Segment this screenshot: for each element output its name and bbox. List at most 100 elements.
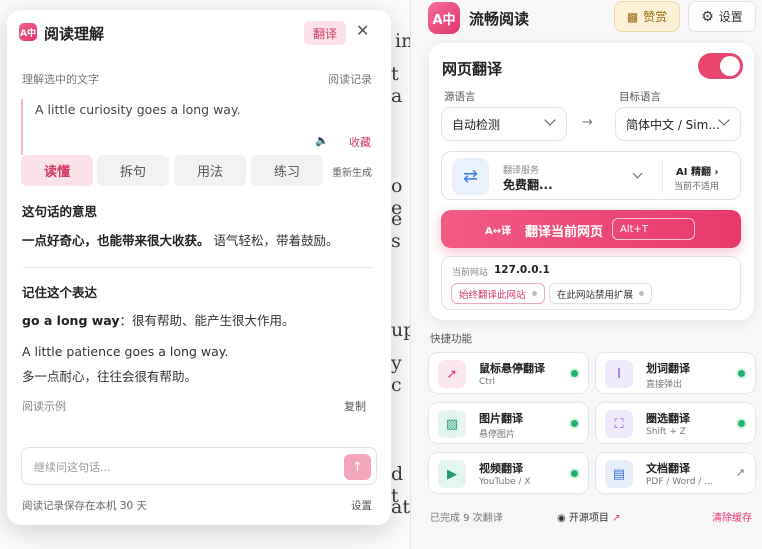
settings-link[interactable]: 设置	[351, 498, 372, 513]
service-label: 翻译服务	[503, 166, 540, 176]
image-icon: ▧	[438, 410, 466, 438]
open-source-link[interactable]: ◉ 开源项目 ↗	[557, 509, 621, 524]
bg-text: in	[395, 30, 410, 52]
disable-site-label: 在此网站禁用扩展	[557, 289, 634, 301]
divider	[22, 267, 372, 268]
video-icon: ▶	[438, 460, 466, 488]
document-icon: ▤	[605, 460, 633, 488]
status-dot	[738, 370, 745, 377]
feature-image-translate[interactable]: ▧ 图片翻译 悬停图片	[428, 402, 589, 444]
translate-icon: A↔译	[485, 226, 512, 237]
feature-title: 圈选翻译	[646, 412, 690, 425]
copy-button[interactable]: 复制	[344, 398, 366, 414]
arrow-right-icon: →	[582, 115, 593, 130]
current-site-host: 127.0.0.1	[494, 264, 550, 276]
disable-site-chip[interactable]: 在此网站禁用扩展	[549, 283, 653, 304]
meaning-title: 这句话的意思	[22, 204, 98, 219]
meaning-rest: 语气轻松，带着鼓励。	[213, 233, 339, 248]
selection-label: 理解选中的文字	[22, 73, 99, 86]
popup-title: 阅读理解	[44, 25, 105, 43]
bg-text: t a	[391, 63, 403, 107]
like-label: 赞赏	[643, 10, 668, 24]
tab-practice[interactable]: 练习	[251, 155, 323, 186]
remember-title: 记住这个表达	[22, 285, 98, 300]
webpage-translate-toggle[interactable]	[698, 53, 743, 79]
source-language-value: 自动检测	[452, 117, 501, 132]
always-translate-chip[interactable]: 始终翻译此网站	[451, 283, 545, 304]
feature-title: 划词翻译	[646, 362, 690, 375]
source-language-select[interactable]: 自动检测	[441, 107, 567, 141]
translate-page-button[interactable]: A↔译 翻译当前网页 Alt+T	[441, 210, 741, 248]
external-link-icon: ↗	[735, 466, 745, 479]
feature-subtitle: PDF / Word / ...	[646, 477, 713, 487]
translation-count: 已完成 9 次翻译	[430, 513, 503, 524]
bg-text: at	[391, 496, 410, 518]
settings-button[interactable]: ⚙ 设置	[688, 1, 756, 32]
divider	[662, 160, 663, 193]
source-language-label: 源语言	[444, 91, 476, 103]
feature-title: 图片翻译	[479, 412, 523, 425]
app-title: 流畅阅读	[469, 10, 530, 28]
app-logo-icon: A中	[19, 23, 37, 41]
open-source-label: 开源项目	[568, 513, 609, 524]
chevron-down-icon	[544, 114, 556, 126]
shortcut-badge: Alt+T	[612, 218, 695, 240]
speaker-icon[interactable]: 🔈	[315, 134, 329, 147]
feature-document-translate[interactable]: ▤ 文档翻译 PDF / Word / ... ↗	[595, 452, 756, 494]
feature-hover-translate[interactable]: ➚ 鼠标悬停翻译 Ctrl	[428, 352, 589, 394]
target-language-select[interactable]: 简体中文 / Sim...	[615, 107, 741, 141]
extension-panel: A中 流畅阅读 ▩ 赞赏 ⚙ 设置 网页翻译 源语言 目标语言 自动检测 → 简…	[411, 0, 762, 549]
text-cursor-icon: I	[605, 360, 633, 388]
ask-input[interactable]: 继续问这句话...	[34, 459, 111, 475]
reading-history-link[interactable]: 阅读记录	[328, 71, 372, 87]
service-icon: ⇄	[452, 158, 489, 195]
cup-icon: ▩	[626, 9, 639, 24]
example-chinese: 多一点耐心，往往会很有帮助。	[22, 369, 198, 384]
send-icon[interactable]: ↑	[344, 454, 371, 480]
tab-understand[interactable]: 读懂	[21, 155, 93, 186]
webpage-translate-title: 网页翻译	[442, 60, 503, 78]
settings-label: 设置	[718, 10, 743, 24]
collect-button[interactable]: 收藏	[349, 134, 371, 150]
select-region-icon: ⛶	[605, 410, 633, 438]
translation-service-select[interactable]: ⇄ 翻译服务 免费翻... AI 精翻 › 当前不适用	[441, 151, 741, 200]
reading-popup: A中 阅读理解 翻译 ✕ 理解选中的文字 阅读记录 A little curio…	[7, 10, 391, 525]
ai-refine-status: 当前不适用	[674, 182, 720, 192]
quick-features-label: 快捷功能	[430, 333, 472, 345]
selected-text-quote: A little curiosity goes a long way. 🔈 收藏	[21, 99, 375, 155]
chevron-down-icon	[632, 168, 643, 179]
github-icon: ◉	[557, 513, 566, 524]
service-value: 免费翻...	[503, 178, 553, 192]
meaning-text: 一点好奇心，也能带来很大收获。 语气轻松，带着鼓励。	[22, 230, 339, 249]
close-icon[interactable]: ✕	[356, 21, 369, 40]
status-dot	[571, 370, 578, 377]
status-dot	[639, 291, 645, 296]
tab-split-sentence[interactable]: 拆句	[97, 155, 169, 186]
feature-title: 视频翻译	[479, 462, 523, 475]
clear-cache-button[interactable]: 清除缓存	[712, 509, 752, 524]
feature-region-translate[interactable]: ⛶ 圈选翻译 Shift + Z	[595, 402, 756, 444]
feature-select-translate[interactable]: I 划词翻译 直接弹出	[595, 352, 756, 394]
status-dot	[571, 470, 578, 477]
ask-input-box[interactable]: 继续问这句话... ↑	[21, 447, 377, 485]
bg-text: e s	[391, 208, 403, 252]
translate-button[interactable]: 翻译	[304, 21, 346, 45]
status-dot	[531, 291, 537, 296]
feature-subtitle: 直接弹出	[646, 380, 683, 390]
feature-subtitle: YouTube / X	[479, 477, 531, 487]
like-button[interactable]: ▩ 赞赏	[614, 1, 680, 32]
always-translate-label: 始终翻译此网站	[459, 289, 526, 301]
phrase-bold: go a long way	[22, 313, 120, 328]
history-note: 阅读记录保存在本机 30 天	[22, 500, 148, 512]
regenerate-button[interactable]: 重新生成	[332, 164, 372, 179]
bg-text: up	[391, 319, 410, 341]
current-site-box: 当前网站 127.0.0.1 始终翻译此网站 在此网站禁用扩展	[441, 256, 741, 310]
status-dot	[738, 420, 745, 427]
feature-video-translate[interactable]: ▶ 视频翻译 YouTube / X	[428, 452, 589, 494]
gear-icon: ⚙	[701, 8, 714, 25]
cursor-icon: ➚	[438, 360, 466, 388]
popup-header: A中 阅读理解 翻译 ✕	[7, 10, 391, 56]
ai-refine-link[interactable]: AI 精翻 ›	[676, 163, 719, 178]
example-english: A little patience goes a long way.	[22, 344, 229, 359]
tab-usage[interactable]: 用法	[174, 155, 246, 186]
